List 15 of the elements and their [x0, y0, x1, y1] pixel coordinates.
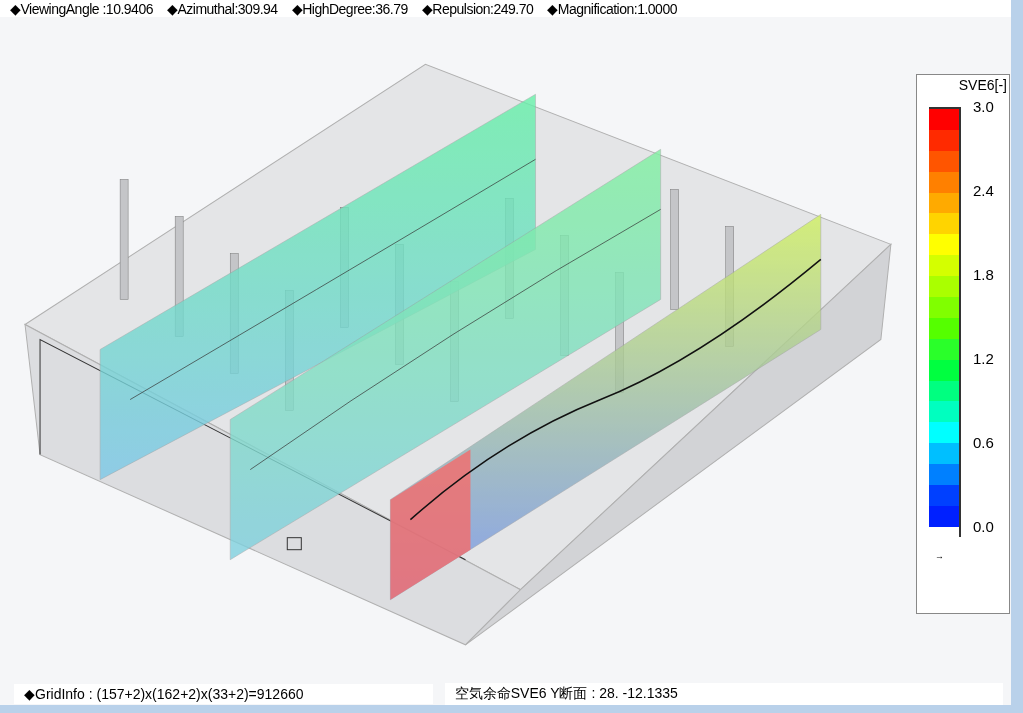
- scale-tick-label: 0.0: [973, 517, 994, 537]
- view-parameter: ◆Magnification:1.0000: [547, 0, 677, 17]
- legend-title: SVE6[-]: [958, 77, 1007, 93]
- scale-tick-label: 1.2: [973, 349, 994, 369]
- view-parameter: ◆HighDegree:36.79: [291, 0, 408, 17]
- scale-tick-label: 0.6: [973, 433, 994, 453]
- scale-tick-label: 3.0: [973, 97, 994, 117]
- scale-tick-label: 1.8: [973, 265, 994, 285]
- view-parameter: ◆Repulsion:249.70: [421, 0, 534, 17]
- grid-info: ◆GridInfo : (157+2)x(162+2)x(33+2)=912660: [14, 684, 433, 704]
- view-parameter: ◆ViewingAngle :10.9406: [10, 0, 153, 17]
- section-info: 空気余命SVE6 Y断面 : 28. -12.1335: [444, 683, 1003, 705]
- view-parameter: ◆Azimuthal:309.94: [166, 0, 278, 17]
- arrow-mark: →: [935, 551, 944, 561]
- scale-tick-label: 2.4: [973, 181, 994, 201]
